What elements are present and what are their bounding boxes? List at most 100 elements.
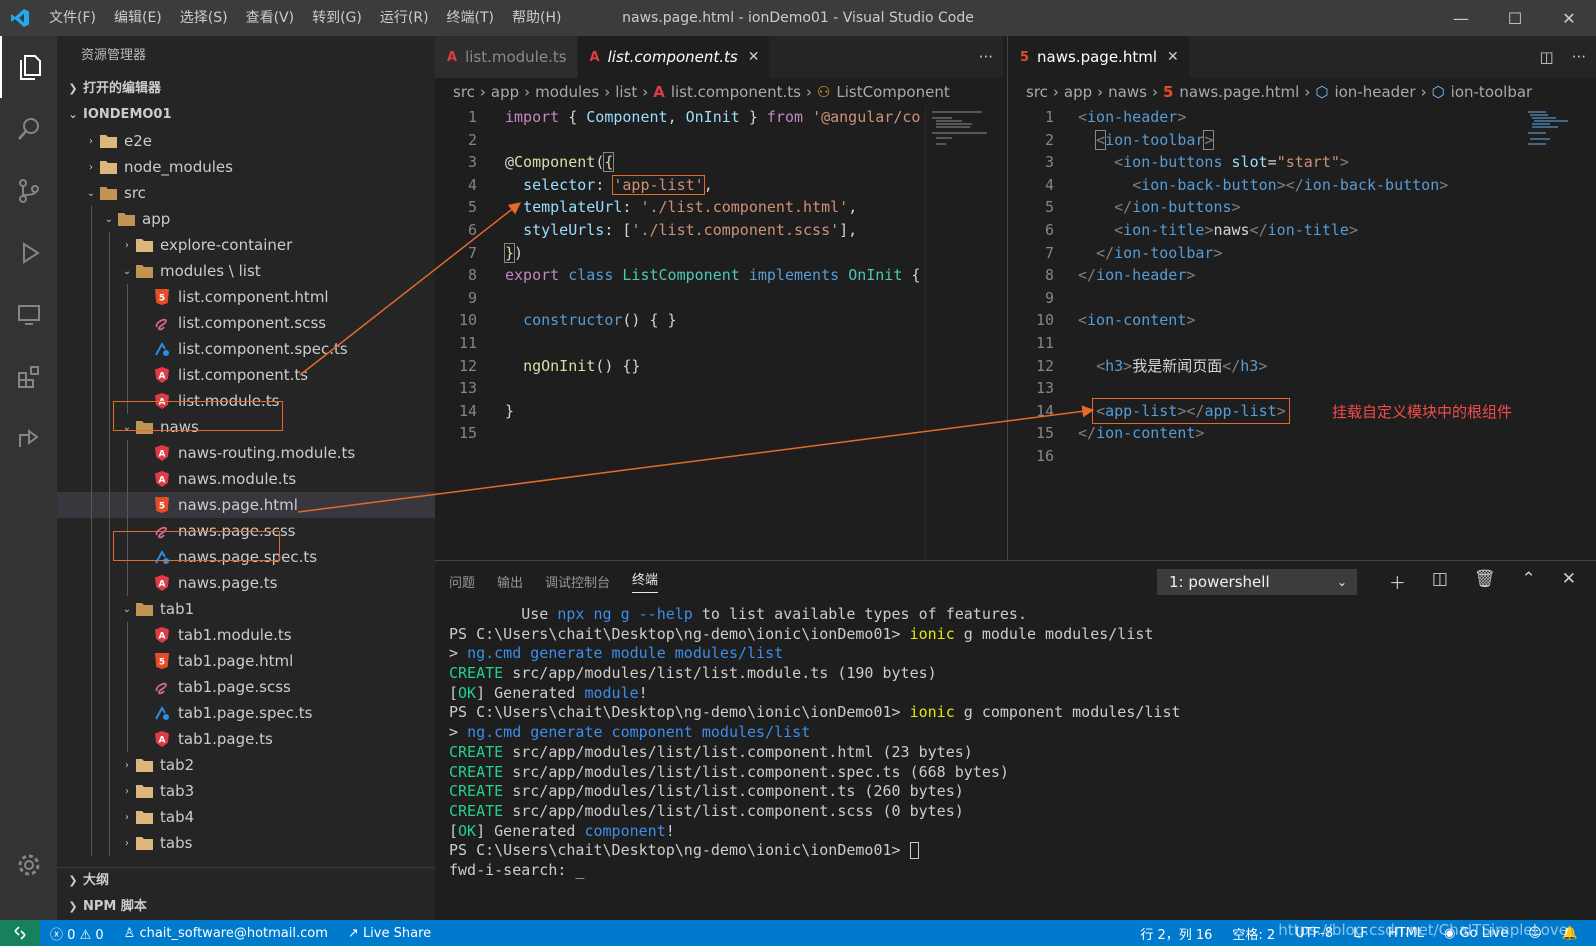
line-number: 15 xyxy=(1035,424,1054,443)
tree-item[interactable]: › node_modules xyxy=(57,154,435,180)
new-terminal-icon[interactable]: ＋ xyxy=(1389,569,1406,594)
annotation-highlight-box xyxy=(113,401,283,431)
breadcrumb-item[interactable]: ListComponent xyxy=(836,83,949,101)
terminal-select[interactable]: 1: powershell ⌄ xyxy=(1157,569,1357,595)
breadcrumb-item[interactable]: src xyxy=(453,83,475,101)
indentation[interactable]: 空格: 2 xyxy=(1222,924,1285,943)
tree-item[interactable]: › tab2 xyxy=(57,752,435,778)
more-actions-icon[interactable]: ··· xyxy=(979,48,993,66)
tab-debug-console[interactable]: 调试控制台 xyxy=(545,572,610,591)
menu-view[interactable]: 查看(V) xyxy=(237,0,304,36)
tree-item[interactable]: › tab4 xyxy=(57,804,435,830)
extensions-icon[interactable] xyxy=(0,346,57,408)
tree-item[interactable]: ⌄ modules \ list xyxy=(57,258,435,284)
gear-icon[interactable] xyxy=(0,834,57,896)
split-editor-icon[interactable]: ◫ xyxy=(1540,48,1554,66)
outline-section[interactable]: ❯ 大纲 xyxy=(57,868,435,894)
cursor-position[interactable]: 行 2，列 16 xyxy=(1130,924,1222,943)
tab-problems[interactable]: 问题 xyxy=(449,572,475,591)
problems-status[interactable]: ⓧ 0 ⚠ 0 xyxy=(40,924,114,943)
tab-terminal[interactable]: 终端 xyxy=(632,569,659,593)
close-icon[interactable]: ✕ xyxy=(1562,569,1576,594)
menu-terminal[interactable]: 终端(T) xyxy=(438,0,503,36)
terminal-output[interactable]: Use npx ng g --help to list available ty… xyxy=(449,605,1579,881)
tree-item[interactable]: 5 naws.page.html xyxy=(57,492,435,518)
live-share-status[interactable]: ↗ Live Share xyxy=(338,926,441,941)
tree-item[interactable]: tab1.page.scss xyxy=(57,674,435,700)
indent-guide xyxy=(91,752,92,778)
npm-scripts-section[interactable]: ❯ NPM 脚本 xyxy=(57,894,435,920)
breadcrumb-item[interactable]: naws xyxy=(1108,83,1147,101)
minimap-left[interactable] xyxy=(925,106,1003,560)
tree-item[interactable]: › explore-container xyxy=(57,232,435,258)
open-editors-section[interactable]: ❯ 打开的编辑器 xyxy=(57,76,435,102)
code-line: <ion-buttons slot="start"> xyxy=(1114,153,1349,172)
tree-item[interactable]: ⌄ tab1 xyxy=(57,596,435,622)
breadcrumb-item[interactable]: app xyxy=(1064,83,1092,101)
account-status[interactable]: ♙ chait_software@hotmail.com xyxy=(114,926,338,941)
breadcrumb-item[interactable]: naws.page.html xyxy=(1179,83,1299,101)
tab-list-module[interactable]: A list.module.ts xyxy=(435,36,578,78)
tree-item[interactable]: list.component.spec.ts xyxy=(57,336,435,362)
live-share-icon[interactable] xyxy=(0,408,57,470)
tree-item[interactable]: Anaws-routing.module.ts xyxy=(57,440,435,466)
indent-guide xyxy=(109,622,110,648)
menu-go[interactable]: 转到(G) xyxy=(303,0,371,36)
tab-naws-page-html[interactable]: 5 naws.page.html ✕ xyxy=(1008,36,1190,78)
breadcrumb-item[interactable]: list xyxy=(615,83,637,101)
tree-item[interactable]: Alist.component.ts xyxy=(57,362,435,388)
search-icon[interactable] xyxy=(0,98,57,160)
project-section[interactable]: ⌄ IONDEMO01 xyxy=(57,102,435,128)
tree-item[interactable]: › e2e xyxy=(57,128,435,154)
folder-icon xyxy=(135,834,153,852)
menu-edit[interactable]: 编辑(E) xyxy=(105,0,171,36)
source-control-icon[interactable] xyxy=(0,160,57,222)
tree-item[interactable]: ⌄ src xyxy=(57,180,435,206)
explorer-icon[interactable] xyxy=(0,36,57,98)
tree-item[interactable]: › tab3 xyxy=(57,778,435,804)
breadcrumb-item[interactable]: app xyxy=(491,83,519,101)
breadcrumb-item[interactable]: modules xyxy=(535,83,599,101)
tab-list-component[interactable]: A list.component.ts ✕ xyxy=(577,36,771,78)
menu-help[interactable]: 帮助(H) xyxy=(503,0,570,36)
trash-icon[interactable]: 🗑 xyxy=(1474,569,1496,594)
remote-explorer-icon[interactable] xyxy=(0,284,57,346)
minimize-button[interactable]: — xyxy=(1434,0,1488,36)
run-debug-icon[interactable] xyxy=(0,222,57,284)
breadcrumb-item[interactable]: src xyxy=(1026,83,1048,101)
indent-guide xyxy=(91,726,92,752)
tree-item[interactable]: Anaws.module.ts xyxy=(57,466,435,492)
menu-selection[interactable]: 选择(S) xyxy=(171,0,237,36)
tree-item[interactable]: 5 tab1.page.html xyxy=(57,648,435,674)
menu-run[interactable]: 运行(R) xyxy=(371,0,438,36)
chevron-up-icon[interactable]: ⌃ xyxy=(1522,569,1536,594)
more-actions-icon[interactable]: ··· xyxy=(1572,48,1586,66)
split-terminal-icon[interactable]: ◫ xyxy=(1432,569,1448,594)
svg-text:5: 5 xyxy=(159,658,165,668)
close-icon[interactable]: ✕ xyxy=(1167,49,1179,65)
menu-file[interactable]: 文件(F) xyxy=(40,0,105,36)
tree-item[interactable]: list.component.scss xyxy=(57,310,435,336)
title-bar: 文件(F) 编辑(E) 选择(S) 查看(V) 转到(G) 运行(R) 终端(T… xyxy=(0,0,1596,36)
tree-item[interactable]: 5 list.component.html xyxy=(57,284,435,310)
code-area-left[interactable]: 1 import { Component, OnInit } from '@ang… xyxy=(435,106,1003,445)
maximize-button[interactable]: ☐ xyxy=(1488,0,1542,36)
breadcrumb-item[interactable]: ion-toolbar xyxy=(1451,83,1533,101)
tree-item[interactable]: ⌄ app xyxy=(57,206,435,232)
close-icon[interactable]: ✕ xyxy=(748,49,760,65)
code-line: </ion-content> xyxy=(1078,424,1205,443)
tree-item[interactable]: Atab1.page.ts xyxy=(57,726,435,752)
chevron-down-icon: ⌄ xyxy=(104,213,114,225)
tree-item[interactable]: Atab1.module.ts xyxy=(57,622,435,648)
close-window-button[interactable]: ✕ xyxy=(1542,0,1596,36)
breadcrumb-item[interactable]: list.component.ts xyxy=(671,83,801,101)
minimap-right[interactable] xyxy=(1526,106,1596,560)
tree-item[interactable]: › tabs xyxy=(57,830,435,856)
remote-icon[interactable] xyxy=(0,920,40,946)
tab-output[interactable]: 输出 xyxy=(497,572,523,591)
tree-item-label: tab1 xyxy=(160,600,195,618)
tree-item[interactable]: Anaws.page.ts xyxy=(57,570,435,596)
breadcrumb-item[interactable]: ion-header xyxy=(1334,83,1415,101)
tree-item[interactable]: tab1.page.spec.ts xyxy=(57,700,435,726)
angular-file-icon: A xyxy=(153,366,171,384)
